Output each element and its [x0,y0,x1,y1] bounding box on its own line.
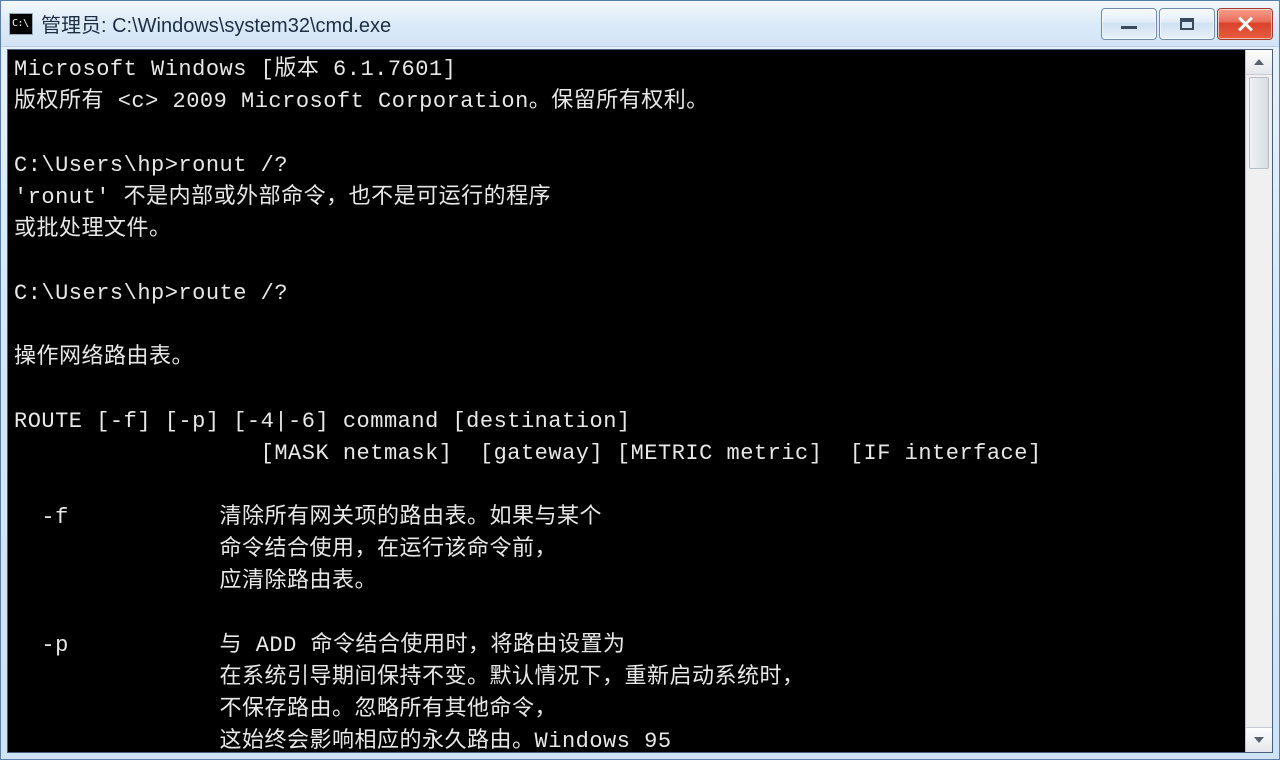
terminal-line: 应清除路由表。 [14,569,377,594]
terminal-line: 版权所有 <c> 2009 Microsoft Corporation。保留所有… [14,89,709,114]
terminal-line: [MASK netmask] [gateway] [METRIC metric]… [14,441,1042,466]
terminal-line: 在系统引导期间保持不变。默认情况下，重新启动系统时， [14,665,805,690]
terminal-line: ROUTE [-f] [-p] [-4|-6] command [destina… [14,409,631,434]
terminal-line: 或批处理文件。 [14,217,172,242]
scroll-up-button[interactable] [1246,50,1272,75]
minimize-button[interactable] [1101,8,1157,40]
terminal-line: 操作网络路由表。 [14,345,194,370]
terminal-line: 不保存路由。忽略所有其他命令， [14,697,557,722]
cmd-app-icon: C:\ [9,13,33,35]
scrollbar-track[interactable] [1246,75,1272,727]
scrollbar-thumb[interactable] [1249,77,1269,169]
close-icon [1237,16,1253,32]
terminal-line: 这始终会影响相应的永久路由。Windows 95 [14,729,672,753]
terminal-line: -p 与 ADD 命令结合使用时，将路由设置为 [14,633,626,658]
maximize-icon [1180,18,1194,30]
vertical-scrollbar[interactable] [1245,50,1272,752]
cmd-window: C:\ 管理员: C:\Windows\system32\cmd.exe Mic… [0,0,1280,760]
terminal-line: C:\Users\hp>route /? [14,281,288,306]
terminal-output[interactable]: Microsoft Windows [版本 6.1.7601] 版权所有 <c>… [8,50,1244,752]
cmd-app-icon-text: C:\ [12,19,29,29]
client-area: Microsoft Windows [版本 6.1.7601] 版权所有 <c>… [7,49,1273,753]
terminal-line: 命令结合使用，在运行该命令前， [14,537,557,562]
maximize-button[interactable] [1159,8,1215,40]
terminal-line: 'ronut' 不是内部或外部命令，也不是可运行的程序 [14,185,551,210]
scroll-down-button[interactable] [1246,727,1272,752]
terminal-line: Microsoft Windows [版本 6.1.7601] [14,57,456,82]
window-control-buttons [1101,8,1275,40]
chevron-down-icon [1254,737,1264,743]
chevron-up-icon [1254,59,1264,65]
titlebar[interactable]: C:\ 管理员: C:\Windows\system32\cmd.exe [1,1,1279,47]
terminal-line: C:\Users\hp>ronut /? [14,153,288,178]
window-title: 管理员: C:\Windows\system32\cmd.exe [41,9,391,38]
terminal-line: -f 清除所有网关项的路由表。如果与某个 [14,505,602,530]
minimize-icon [1121,26,1137,29]
close-button[interactable] [1217,8,1273,40]
